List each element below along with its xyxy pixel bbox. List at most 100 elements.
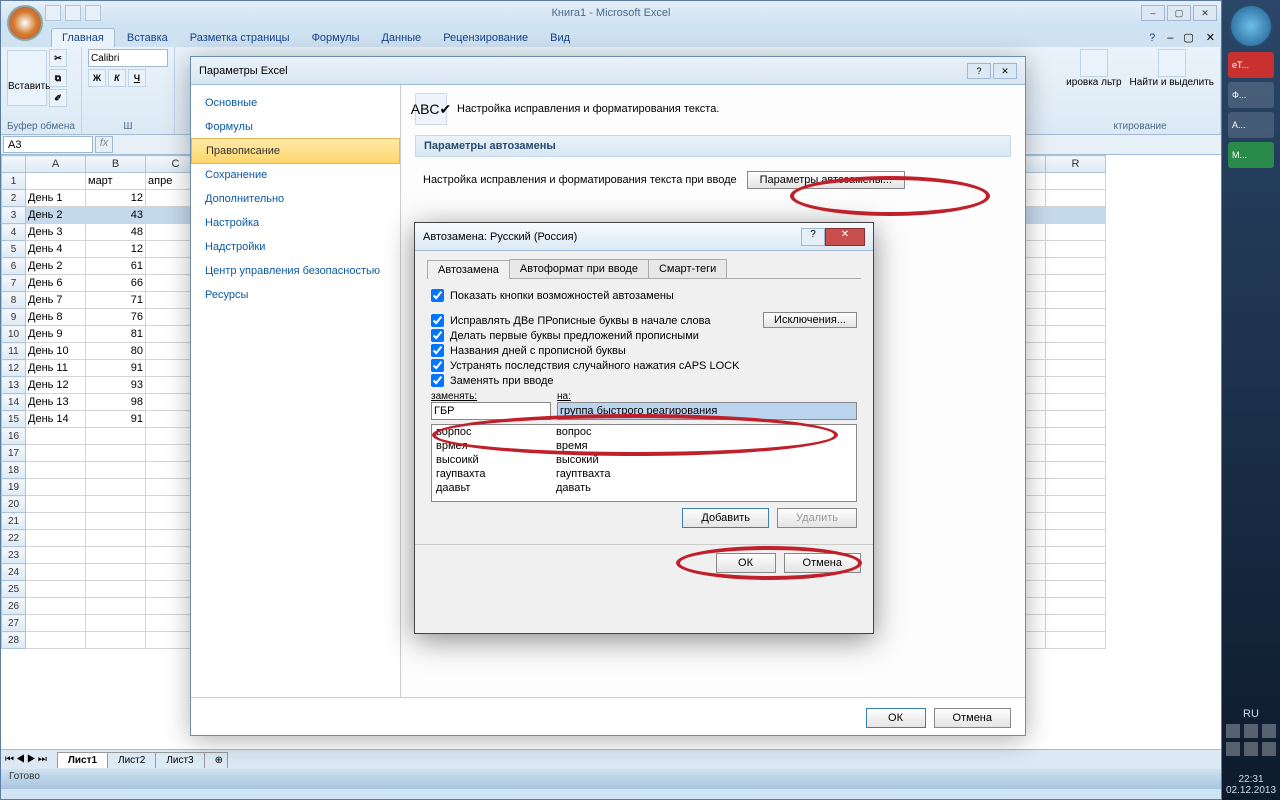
tab-formulas[interactable]: Формулы <box>302 29 370 47</box>
cut-icon[interactable]: ✂ <box>49 49 67 67</box>
with-input[interactable] <box>557 402 857 420</box>
find-select-button[interactable]: Найти и выделить <box>1130 49 1214 88</box>
editing-group-label: ктирование <box>1066 121 1214 132</box>
autocorrect-options-button[interactable]: Параметры автозамены... <box>747 171 905 189</box>
autocorrect-section-text: Настройка исправления и форматирования т… <box>423 174 737 186</box>
ac-tab-autoformat[interactable]: Автоформат при вводе <box>509 259 649 278</box>
tab-home[interactable]: Главная <box>51 28 115 47</box>
taskbar-item[interactable]: А... <box>1228 112 1274 138</box>
sheet-tab-1[interactable]: Лист1 <box>57 752 108 768</box>
help-icon[interactable]: ? <box>1143 29 1161 47</box>
clock[interactable]: 22:31 02.12.2013 <box>1222 770 1280 800</box>
chk-show-buttons[interactable]: Показать кнопки возможностей автозамены <box>431 289 857 302</box>
ac-tab-autocorrect[interactable]: Автозамена <box>427 260 510 279</box>
options-close-button[interactable]: ✕ <box>993 63 1017 79</box>
font-group-label: Ш <box>88 121 168 132</box>
options-nav: ОсновныеФормулыПравописаниеСохранениеДоп… <box>191 85 401 697</box>
close-button[interactable]: ✕ <box>1193 5 1217 21</box>
replace-input[interactable] <box>431 402 551 420</box>
chk-days[interactable]: Названия дней с прописной буквы <box>431 344 857 357</box>
font-select[interactable] <box>88 49 168 67</box>
options-cancel-button[interactable]: Отмена <box>934 708 1011 728</box>
proofing-icon: ABC✔ <box>415 93 447 125</box>
taskbar-item[interactable]: Ф... <box>1228 82 1274 108</box>
doc-minimize-button[interactable]: – <box>1163 29 1177 47</box>
tray-icon[interactable] <box>1244 724 1258 738</box>
save-icon[interactable] <box>45 5 61 21</box>
options-title: Параметры Excel <box>199 65 288 77</box>
tray-icon[interactable] <box>1262 724 1276 738</box>
system-tray: RU <box>1222 704 1280 760</box>
maximize-button[interactable]: ▢ <box>1167 5 1191 21</box>
options-nav-item[interactable]: Основные <box>191 91 400 115</box>
autocorrect-list[interactable]: ворпосвопросврмеявремявысоикйвысокийгауп… <box>431 424 857 502</box>
doc-restore-button[interactable]: ▢ <box>1179 28 1197 47</box>
options-help-button[interactable]: ? <box>967 63 991 79</box>
name-box[interactable] <box>3 136 93 153</box>
tab-insert[interactable]: Вставка <box>117 29 178 47</box>
chk-capslock[interactable]: Устранять последствия случайного нажатия… <box>431 359 857 372</box>
options-nav-item[interactable]: Ресурсы <box>191 283 400 307</box>
options-header: Настройка исправления и форматирования т… <box>457 103 719 115</box>
chk-first-cap[interactable]: Делать первые буквы предложений прописны… <box>431 329 857 342</box>
minimize-button[interactable]: – <box>1141 5 1165 21</box>
window-title: Книга1 - Microsoft Excel <box>552 7 671 19</box>
tab-nav-controls[interactable]: ⏮◀▶⏭ <box>5 754 49 765</box>
sort-icon <box>1080 49 1108 77</box>
tab-data[interactable]: Данные <box>371 29 431 47</box>
new-sheet-button[interactable]: ⊕ <box>204 752 228 768</box>
doc-close-button[interactable]: ✕ <box>1200 28 1221 47</box>
options-nav-item[interactable]: Формулы <box>191 115 400 139</box>
exceptions-button[interactable]: Исключения... <box>763 312 857 328</box>
ac-close-button[interactable]: ✕ <box>825 228 865 246</box>
taskbar-item[interactable]: М... <box>1228 142 1274 168</box>
tab-page-layout[interactable]: Разметка страницы <box>180 29 300 47</box>
with-label: на: <box>557 391 857 402</box>
undo-icon[interactable] <box>65 5 81 21</box>
delete-button[interactable]: Удалить <box>777 508 857 528</box>
options-nav-item[interactable]: Дополнительно <box>191 187 400 211</box>
italic-button[interactable]: К <box>108 69 126 87</box>
tray-icon[interactable] <box>1244 742 1258 756</box>
options-nav-item[interactable]: Центр управления безопасностью <box>191 259 400 283</box>
ac-tabs: Автозамена Автоформат при вводе Смарт-те… <box>427 259 861 279</box>
sort-filter-button[interactable]: ировка льтр <box>1066 49 1121 88</box>
chk-two-caps[interactable]: Исправлять ДВе ПРописные буквы в начале … <box>431 314 763 327</box>
ribbon-tabs: Главная Вставка Разметка страницы Формул… <box>1 25 1221 47</box>
autocorrect-dialog: Автозамена: Русский (Россия) ? ✕ Автозам… <box>414 222 874 634</box>
tray-icon[interactable] <box>1226 742 1240 756</box>
sheet-tabs-bar: ⏮◀▶⏭ Лист1 Лист2 Лист3 ⊕ <box>1 749 1221 769</box>
lang-indicator[interactable]: RU <box>1226 708 1276 720</box>
taskbar-item[interactable]: eT... <box>1228 52 1274 78</box>
sheet-tab-3[interactable]: Лист3 <box>155 752 204 768</box>
underline-button[interactable]: Ч <box>128 69 146 87</box>
office-button[interactable] <box>7 5 43 41</box>
replace-label: заменять: <box>431 391 551 402</box>
options-nav-item[interactable]: Надстройки <box>191 235 400 259</box>
bold-button[interactable]: Ж <box>88 69 106 87</box>
tray-icon[interactable] <box>1262 742 1276 756</box>
tab-view[interactable]: Вид <box>540 29 580 47</box>
chk-replace[interactable]: Заменять при вводе <box>431 374 857 387</box>
format-painter-icon[interactable]: ✐ <box>49 89 67 107</box>
options-nav-item[interactable]: Настройка <box>191 211 400 235</box>
paste-button[interactable]: Вставить <box>7 50 47 106</box>
clipboard-group-label: Буфер обмена <box>7 121 75 132</box>
sheet-tab-2[interactable]: Лист2 <box>107 752 156 768</box>
ac-cancel-button[interactable]: Отмена <box>784 553 861 573</box>
tab-review[interactable]: Рецензирование <box>433 29 538 47</box>
ac-help-button[interactable]: ? <box>801 228 825 246</box>
options-nav-item[interactable]: Правописание <box>191 138 400 164</box>
options-ok-button[interactable]: ОК <box>866 708 926 728</box>
fx-button[interactable]: fx <box>95 136 113 153</box>
ac-tab-smarttags[interactable]: Смарт-теги <box>648 259 727 278</box>
start-button[interactable] <box>1229 4 1273 48</box>
copy-icon[interactable]: ⧉ <box>49 69 67 87</box>
redo-icon[interactable] <box>85 5 101 21</box>
taskbar: eT... Ф... А... М... RU 22:31 02.12.2013 <box>1222 0 1280 800</box>
add-button[interactable]: Добавить <box>682 508 769 528</box>
options-nav-item[interactable]: Сохранение <box>191 163 400 187</box>
titlebar: Книга1 - Microsoft Excel – ▢ ✕ <box>1 1 1221 25</box>
ac-ok-button[interactable]: ОК <box>716 553 776 573</box>
tray-icon[interactable] <box>1226 724 1240 738</box>
